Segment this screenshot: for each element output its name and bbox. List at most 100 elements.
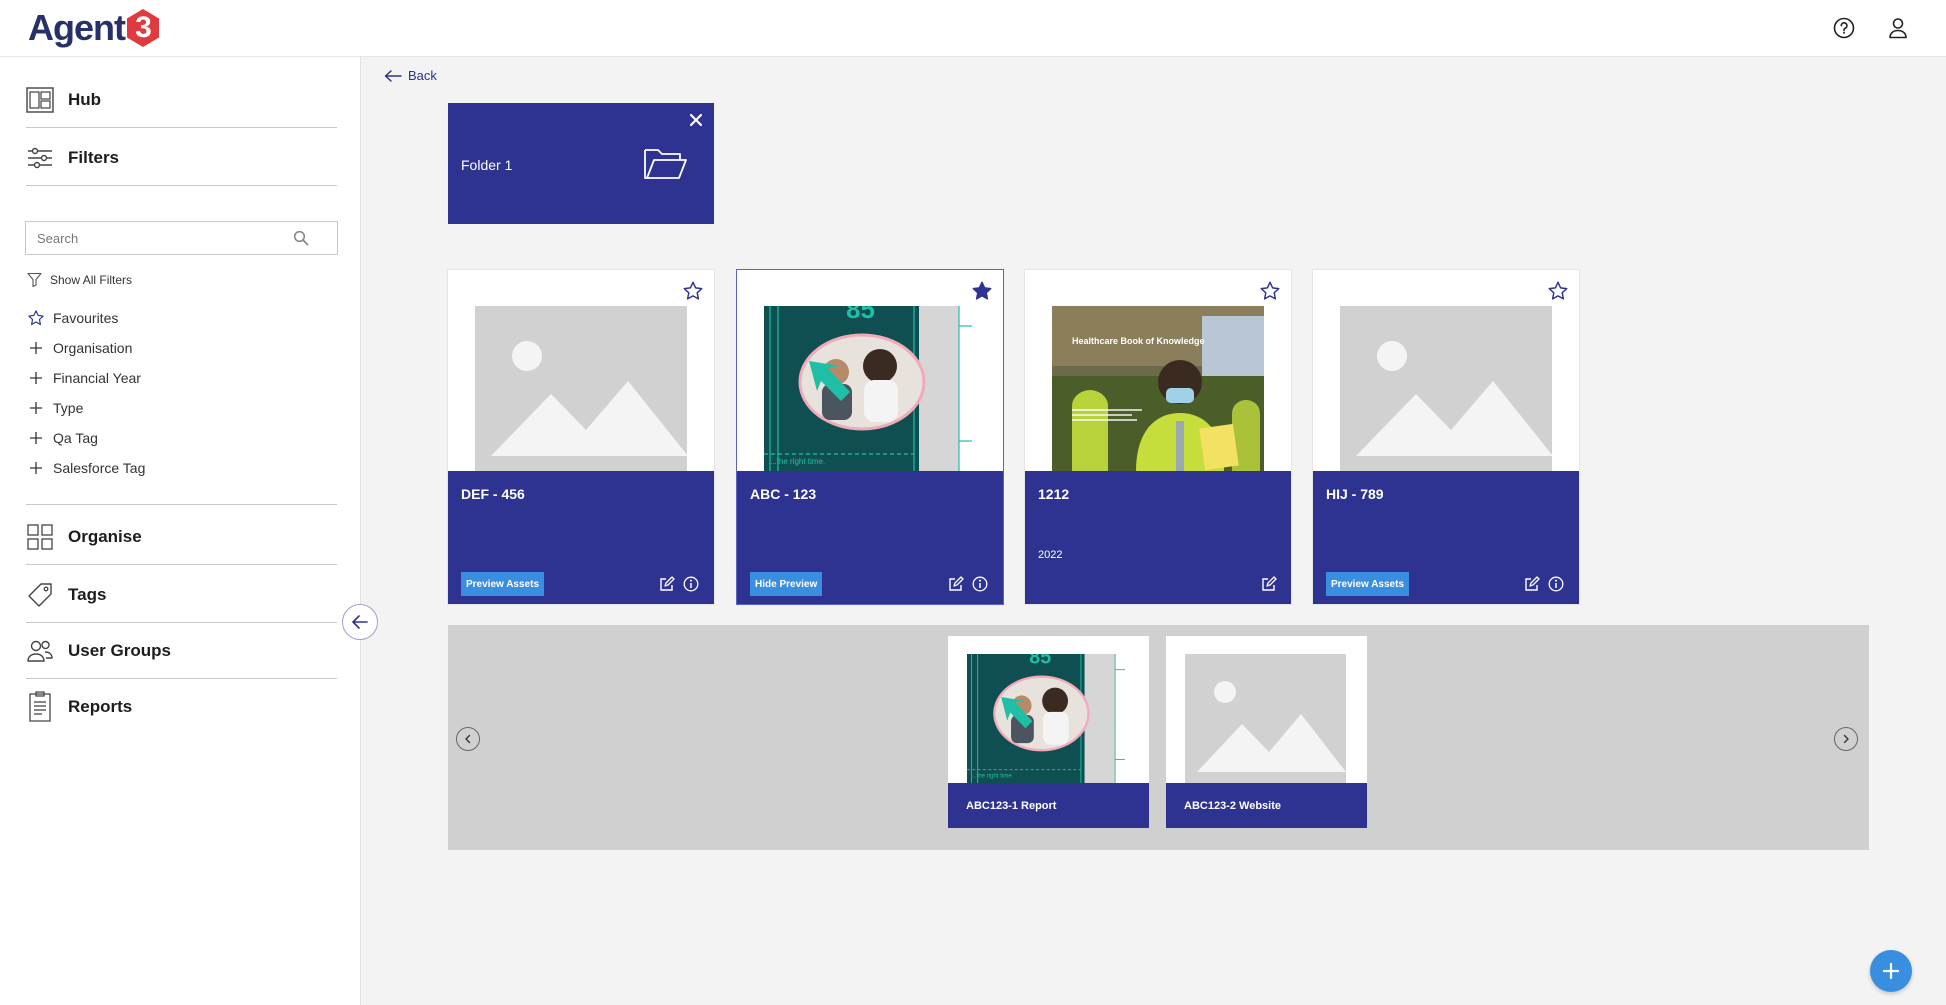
back-label: Back — [408, 68, 437, 83]
plus-icon — [27, 399, 45, 417]
favourite-star-icon[interactable] — [682, 280, 704, 307]
help-circle-icon[interactable] — [1831, 15, 1857, 41]
preview-asset-card[interactable]: ABC123-2 Website — [1166, 636, 1367, 828]
nav-tags[interactable]: Tags — [26, 567, 337, 623]
people-thumbnail-image: 85 ...the right time. — [967, 654, 1128, 783]
nav-user-groups[interactable]: User Groups — [26, 623, 337, 679]
svg-text:...the right time.: ...the right time. — [770, 457, 825, 466]
nav-organise[interactable]: Organise — [26, 509, 337, 565]
preview-asset-thumbnail — [1185, 654, 1346, 783]
grid-icon — [26, 523, 54, 551]
nav-filters[interactable]: Filters — [26, 130, 337, 186]
user-icon[interactable] — [1885, 15, 1911, 41]
asset-card[interactable]: HIJ - 789 Preview Assets — [1313, 270, 1579, 604]
arrow-left-icon — [384, 69, 402, 82]
divider — [26, 504, 337, 505]
edit-icon[interactable] — [947, 575, 965, 593]
asset-thumbnail — [475, 306, 687, 471]
logo-text: Agent — [28, 7, 126, 48]
asset-card[interactable]: Healthcare Book of Knowledge 1212 2022 — [1025, 270, 1291, 604]
filter-organisation-label: Organisation — [53, 340, 133, 356]
filter-qa-tag[interactable]: Qa Tag — [27, 429, 98, 447]
nav-reports[interactable]: Reports — [26, 679, 337, 735]
show-all-filters-label: Show All Filters — [50, 272, 133, 287]
close-icon[interactable] — [689, 113, 703, 131]
nav-user-groups-label: User Groups — [68, 640, 171, 660]
plus-icon — [27, 369, 45, 387]
nav-hub[interactable]: Hub — [26, 72, 337, 128]
search-input[interactable] — [26, 230, 296, 246]
people-thumbnail-image: 85 ...the right time. — [764, 306, 976, 471]
image-placeholder-icon — [475, 306, 687, 471]
plus-icon — [27, 429, 45, 447]
users-icon — [26, 637, 54, 665]
edit-icon[interactable] — [1523, 575, 1541, 593]
preview-asset-card[interactable]: 85 ...the right time. ABC123-1 Report — [948, 636, 1149, 828]
asset-thumbnail: 85 ...the right time. — [764, 306, 976, 471]
favourite-star-icon[interactable] — [971, 280, 993, 307]
asset-thumbnail — [1340, 306, 1552, 471]
asset-title: DEF - 456 — [461, 486, 525, 502]
filter-financial-year[interactable]: Financial Year — [27, 369, 141, 387]
search-icon[interactable] — [293, 230, 309, 251]
filter-favourites[interactable]: Favourites — [27, 309, 118, 327]
plus-icon — [1883, 963, 1899, 979]
preview-assets-button[interactable]: Preview Assets — [1326, 572, 1410, 596]
hub-icon — [26, 86, 54, 114]
hide-preview-button[interactable]: Hide Preview — [750, 572, 823, 596]
image-placeholder-icon — [1340, 306, 1552, 471]
chevron-right-icon[interactable] — [1834, 727, 1858, 751]
sidebar: Hub Filters Show All Filters Favourites … — [0, 57, 361, 1005]
asset-card-footer: DEF - 456 Preview Assets — [448, 471, 714, 604]
logo-number: 3 — [127, 9, 159, 47]
asset-card-footer: 1212 2022 — [1025, 471, 1291, 604]
filter-type-label: Type — [53, 400, 84, 416]
nav-filters-label: Filters — [68, 147, 120, 167]
filter-type[interactable]: Type — [27, 399, 83, 417]
asset-card-footer: ABC - 123 Hide Preview — [737, 471, 1003, 604]
asset-title: 1212 — [1038, 486, 1070, 502]
asset-thumbnail: Healthcare Book of Knowledge — [1052, 306, 1264, 471]
filter-organisation[interactable]: Organisation — [27, 339, 132, 357]
filter-qa-tag-label: Qa Tag — [53, 430, 98, 446]
chevron-left-icon[interactable] — [456, 727, 480, 751]
funnel-icon — [27, 272, 42, 287]
info-icon[interactable] — [682, 575, 700, 593]
filter-favourites-label: Favourites — [53, 310, 119, 326]
svg-text:85: 85 — [1029, 654, 1051, 668]
plus-icon — [27, 459, 45, 477]
preview-assets-button[interactable]: Preview Assets — [461, 572, 545, 596]
asset-title: HIJ - 789 — [1326, 486, 1384, 502]
asset-card[interactable]: DEF - 456 Preview Assets — [448, 270, 714, 604]
collapse-sidebar-button[interactable] — [342, 604, 378, 640]
favourite-star-icon[interactable] — [1547, 280, 1569, 307]
show-all-filters[interactable]: Show All Filters — [27, 272, 132, 287]
asset-preview-strip: 85 ...the right time. ABC123-1 Report AB… — [448, 625, 1869, 850]
tag-icon — [26, 581, 54, 609]
preview-asset-title: ABC123-1 Report — [948, 783, 1149, 828]
preview-asset-title: ABC123-2 Website — [1166, 783, 1367, 828]
edit-icon[interactable] — [1260, 575, 1278, 593]
search-box — [25, 221, 338, 255]
agent3-logo[interactable]: Agent 3 — [28, 4, 159, 52]
favourite-star-icon[interactable] — [1259, 280, 1281, 307]
report-icon — [26, 691, 54, 722]
nav-hub-label: Hub — [68, 89, 102, 109]
back-link[interactable]: Back — [384, 68, 437, 83]
info-icon[interactable] — [971, 575, 989, 593]
svg-text:...the right time.: ...the right time. — [972, 772, 1014, 779]
nav-tags-label: Tags — [68, 584, 107, 604]
info-icon[interactable] — [1547, 575, 1565, 593]
folder-open-icon — [642, 144, 688, 187]
asset-card[interactable]: 85 ...the right time. ABC - 123 Hide Pre… — [737, 270, 1003, 604]
sliders-icon — [26, 144, 54, 172]
image-placeholder-icon — [1185, 654, 1346, 783]
add-button[interactable] — [1870, 950, 1912, 992]
arrow-left-icon — [352, 615, 368, 629]
folder-card[interactable]: Folder 1 — [448, 103, 714, 224]
svg-text:85: 85 — [846, 306, 875, 324]
asset-year: 2022 — [1038, 549, 1063, 561]
nav-organise-label: Organise — [68, 526, 142, 546]
filter-salesforce-tag[interactable]: Salesforce Tag — [27, 459, 145, 477]
edit-icon[interactable] — [658, 575, 676, 593]
